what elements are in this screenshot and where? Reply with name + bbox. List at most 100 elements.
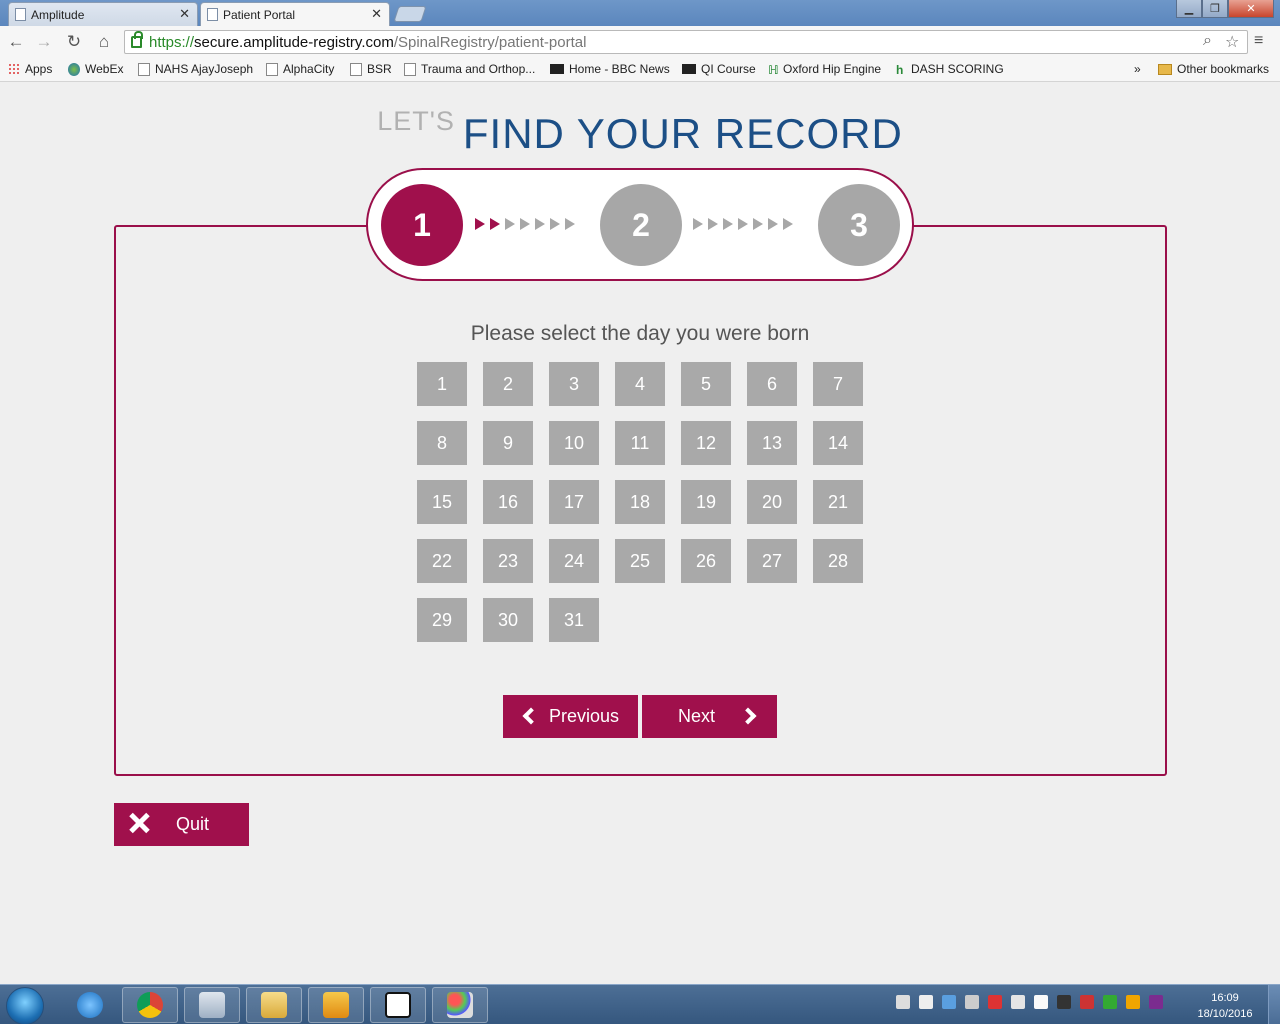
next-button[interactable]: Next bbox=[642, 695, 777, 738]
onenote-tray-icon[interactable] bbox=[1149, 995, 1163, 1009]
internet-explorer-icon[interactable] bbox=[62, 987, 118, 1023]
quit-button[interactable]: Quit bbox=[114, 803, 249, 846]
day-button-22[interactable]: 22 bbox=[417, 539, 467, 583]
bookmark-trauma[interactable]: Trauma and Orthop... bbox=[404, 62, 535, 76]
tray-app-icon[interactable] bbox=[919, 995, 933, 1009]
address-bar[interactable]: https://secure.amplitude-registry.com/Sp… bbox=[124, 30, 1248, 54]
system-clock[interactable]: 16:09 18/10/2016 bbox=[1190, 990, 1260, 1022]
day-button-15[interactable]: 15 bbox=[417, 480, 467, 524]
bookmark-alphacity[interactable]: AlphaCity bbox=[266, 62, 334, 76]
bbc-icon bbox=[682, 64, 696, 74]
close-tab-icon[interactable]: ✕ bbox=[179, 6, 190, 22]
day-button-20[interactable]: 20 bbox=[747, 480, 797, 524]
chrome-icon[interactable] bbox=[122, 987, 178, 1023]
calculator-icon[interactable] bbox=[184, 987, 240, 1023]
window-close-button[interactable]: ✕ bbox=[1228, 0, 1274, 18]
progress-arrow-icon bbox=[753, 218, 763, 230]
bookmark-apps[interactable]: Apps bbox=[8, 62, 52, 76]
bookmark-bbc[interactable]: Home - BBC News bbox=[550, 62, 670, 76]
day-button-28[interactable]: 28 bbox=[813, 539, 863, 583]
zoom-icon[interactable]: ⌕ bbox=[1203, 32, 1212, 50]
day-button-11[interactable]: 11 bbox=[615, 421, 665, 465]
bookmark-dash[interactable]: h DASH SCORING bbox=[896, 62, 1004, 77]
tray-app-icon[interactable] bbox=[1103, 995, 1117, 1009]
tab-amplitude[interactable]: Amplitude ✕ bbox=[8, 2, 198, 26]
day-button-7[interactable]: 7 bbox=[813, 362, 863, 406]
bookmark-webex[interactable]: WebEx bbox=[68, 62, 123, 76]
day-button-18[interactable]: 18 bbox=[615, 480, 665, 524]
day-button-2[interactable]: 2 bbox=[483, 362, 533, 406]
forward-arrow-icon[interactable]: → bbox=[34, 32, 54, 52]
file-explorer-icon[interactable] bbox=[246, 987, 302, 1023]
show-desktop-button[interactable] bbox=[1268, 985, 1280, 1024]
bookmark-label: Apps bbox=[25, 62, 53, 76]
apps-grid-icon bbox=[8, 62, 20, 76]
url-host: secure.amplitude-registry.com bbox=[194, 33, 394, 51]
tray-app-icon[interactable] bbox=[942, 995, 956, 1009]
day-button-31[interactable]: 31 bbox=[549, 598, 599, 642]
day-button-17[interactable]: 17 bbox=[549, 480, 599, 524]
maximize-button[interactable]: ❐ bbox=[1202, 0, 1228, 18]
day-button-23[interactable]: 23 bbox=[483, 539, 533, 583]
calculator-glyph bbox=[199, 992, 225, 1018]
day-button-6[interactable]: 6 bbox=[747, 362, 797, 406]
day-button-4[interactable]: 4 bbox=[615, 362, 665, 406]
bookmark-nahs[interactable]: NAHS AjayJoseph bbox=[138, 62, 253, 76]
previous-button[interactable]: Previous bbox=[503, 695, 638, 738]
day-button-16[interactable]: 16 bbox=[483, 480, 533, 524]
next-label: Next bbox=[678, 706, 716, 726]
tab-patient-portal[interactable]: Patient Portal ✕ bbox=[200, 2, 390, 26]
back-arrow-icon[interactable]: ← bbox=[6, 32, 26, 52]
network-icon[interactable] bbox=[965, 995, 979, 1009]
day-button-29[interactable]: 29 bbox=[417, 598, 467, 642]
security-shield-icon[interactable] bbox=[1034, 995, 1048, 1009]
day-button-14[interactable]: 14 bbox=[813, 421, 863, 465]
day-button-8[interactable]: 8 bbox=[417, 421, 467, 465]
progress-arrow-icon bbox=[535, 218, 545, 230]
minimize-button[interactable]: ▁ bbox=[1176, 0, 1202, 18]
day-button-9[interactable]: 9 bbox=[483, 421, 533, 465]
day-button-12[interactable]: 12 bbox=[681, 421, 731, 465]
page-icon bbox=[138, 62, 150, 76]
chrome-menu-icon[interactable]: ≡ bbox=[1254, 32, 1263, 50]
day-button-27[interactable]: 27 bbox=[747, 539, 797, 583]
outlook-tray-icon[interactable] bbox=[1126, 995, 1140, 1009]
action-center-flag-icon[interactable] bbox=[896, 995, 910, 1009]
day-button-5[interactable]: 5 bbox=[681, 362, 731, 406]
lock-icon bbox=[131, 31, 143, 48]
reload-icon[interactable]: ↻ bbox=[64, 32, 84, 52]
volume-icon[interactable] bbox=[1011, 995, 1025, 1009]
progress-arrows-2 bbox=[693, 218, 793, 232]
bookmark-qi-course[interactable]: QI Course bbox=[682, 62, 756, 76]
new-tab-button[interactable] bbox=[393, 6, 427, 22]
day-button-25[interactable]: 25 bbox=[615, 539, 665, 583]
progress-arrow-icon bbox=[490, 218, 500, 230]
other-bookmarks[interactable]: Other bookmarks bbox=[1158, 62, 1269, 76]
day-button-21[interactable]: 21 bbox=[813, 480, 863, 524]
sirs-icon[interactable] bbox=[370, 987, 426, 1023]
day-button-26[interactable]: 26 bbox=[681, 539, 731, 583]
paint-icon[interactable] bbox=[432, 987, 488, 1023]
day-button-3[interactable]: 3 bbox=[549, 362, 599, 406]
day-button-19[interactable]: 19 bbox=[681, 480, 731, 524]
close-tab-icon[interactable]: ✕ bbox=[371, 6, 382, 22]
tray-app-icon[interactable] bbox=[988, 995, 1002, 1009]
day-button-10[interactable]: 10 bbox=[549, 421, 599, 465]
tray-app-icon[interactable] bbox=[1057, 995, 1071, 1009]
home-icon[interactable]: ⌂ bbox=[94, 32, 114, 52]
progress-arrow-icon bbox=[475, 218, 485, 230]
bookmark-label: AlphaCity bbox=[283, 62, 335, 76]
bookmark-oxford-hip[interactable]: ℍ Oxford Hip Engine bbox=[768, 62, 881, 77]
day-button-13[interactable]: 13 bbox=[747, 421, 797, 465]
bookmarks-overflow-button[interactable]: » bbox=[1134, 62, 1141, 76]
outlook-icon[interactable] bbox=[308, 987, 364, 1023]
clock-time: 16:09 bbox=[1211, 992, 1239, 1004]
day-button-30[interactable]: 30 bbox=[483, 598, 533, 642]
bookmark-star-icon[interactable]: ☆ bbox=[1225, 32, 1239, 52]
bookmark-bsr[interactable]: BSR bbox=[350, 62, 392, 76]
tab-strip: Amplitude ✕ Patient Portal ✕ ▁ ❐ ✕ bbox=[0, 0, 1280, 26]
day-button-24[interactable]: 24 bbox=[549, 539, 599, 583]
antivirus-icon[interactable] bbox=[1080, 995, 1094, 1009]
day-button-1[interactable]: 1 bbox=[417, 362, 467, 406]
start-button[interactable] bbox=[6, 987, 44, 1024]
